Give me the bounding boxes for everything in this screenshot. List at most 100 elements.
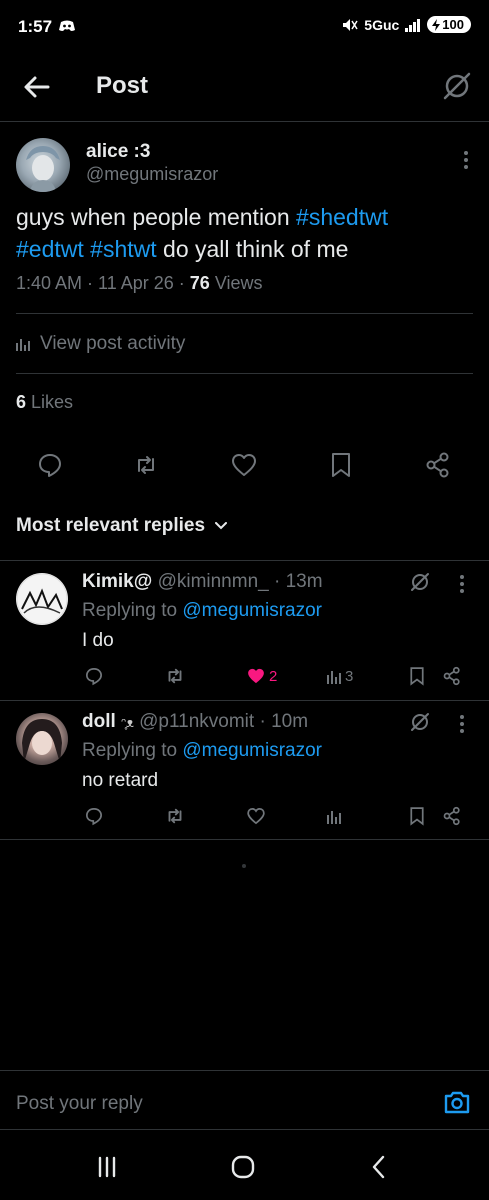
reply-icon <box>85 667 103 686</box>
views-count: 76 <box>189 273 210 293</box>
reply-icon[interactable] <box>36 451 64 479</box>
reply-text: no retard <box>82 770 159 791</box>
name-emoji: ᵔ̥ᴥ <box>121 715 134 730</box>
grok-icon[interactable] <box>441 70 473 102</box>
reply-age: 10m <box>271 711 309 732</box>
views-button[interactable] <box>326 805 345 827</box>
post-date: 11 Apr 26 <box>98 273 174 293</box>
like-icon <box>247 807 265 825</box>
bookmark-icon <box>410 667 424 686</box>
author-handle[interactable]: @megumisrazor <box>86 164 218 185</box>
view-post-activity-link[interactable]: View post activity <box>16 333 185 355</box>
repost-icon[interactable] <box>132 451 160 479</box>
bookmark-button[interactable] <box>407 665 427 687</box>
reply-author-handle[interactable]: @kiminnmn_ <box>158 571 269 592</box>
discord-icon <box>59 20 75 31</box>
recent-apps-icon[interactable] <box>94 1154 120 1180</box>
share-icon <box>443 806 460 826</box>
share-button[interactable] <box>442 805 462 827</box>
avatar-illustration <box>16 573 68 625</box>
replies-sort-dropdown[interactable]: Most relevant replies <box>16 515 228 537</box>
bookmark-button[interactable] <box>407 805 427 827</box>
likes-count-link[interactable]: 6 Likes <box>16 392 73 413</box>
repost-button[interactable] <box>164 665 186 687</box>
author-name[interactable]: alice :3 <box>86 141 150 163</box>
camera-icon[interactable] <box>443 1089 471 1115</box>
grok-icon[interactable] <box>409 711 431 733</box>
battery-indicator: 100 <box>427 16 471 33</box>
avatar-illustration <box>22 719 62 763</box>
more-options-icon[interactable] <box>463 149 469 171</box>
bookmark-icon <box>410 807 424 826</box>
reply-icon <box>85 807 103 826</box>
status-bar: 1:57 5Guc 100 <box>0 0 489 56</box>
system-nav-bar <box>0 1132 489 1200</box>
view-count: 3 <box>345 667 354 685</box>
repost-icon <box>168 668 182 684</box>
analytics-icon <box>327 811 341 824</box>
replying-to-label: Replying to <box>82 740 178 761</box>
heart-filled-icon <box>248 668 264 684</box>
battery-level: 100 <box>442 17 464 32</box>
hashtag-link[interactable]: #shtwt <box>90 236 156 262</box>
back-nav-icon[interactable] <box>366 1154 392 1180</box>
network-label: 5Guc <box>364 16 400 33</box>
reply-item[interactable]: doll ᵔ̥ᴥ @p11nkvomit · 10m Replying to @… <box>0 700 489 840</box>
back-arrow-icon[interactable] <box>20 70 54 104</box>
reply-header: Kimik@ @kiminnmn_ · 13m <box>82 571 323 592</box>
like-icon[interactable] <box>230 451 258 479</box>
reply-author-name[interactable]: Kimik@ <box>82 571 152 592</box>
replies-heading: Most relevant replies <box>16 515 206 536</box>
reply-header: doll ᵔ̥ᴥ @p11nkvomit · 10m <box>82 711 309 732</box>
chevron-down-icon <box>215 522 228 530</box>
analytics-icon <box>16 339 30 351</box>
share-icon[interactable] <box>424 451 452 479</box>
post-meta: 1:40 AM · 11 Apr 26 · 76 Views <box>16 273 263 293</box>
share-button[interactable] <box>442 665 462 687</box>
like-button[interactable] <box>246 805 269 827</box>
views-button[interactable]: 3 <box>326 665 353 687</box>
post-time: 1:40 AM <box>16 273 83 293</box>
more-options-icon[interactable] <box>459 574 465 594</box>
loading-indicator <box>242 864 246 868</box>
author-avatar[interactable] <box>16 138 70 192</box>
reply-item[interactable]: Kimik@ @kiminnmn_ · 13m Replying to @meg… <box>0 560 489 700</box>
mention-link[interactable]: @megumisrazor <box>182 600 322 621</box>
post-text: guys when people mention #shedtwt #edtwt … <box>16 201 476 265</box>
post-action-bar <box>0 445 489 485</box>
reply-author-handle[interactable]: @p11nkvomit <box>139 711 254 732</box>
status-time: 1:57 <box>18 17 53 36</box>
divider <box>16 313 473 314</box>
bookmark-icon[interactable] <box>327 451 355 479</box>
top-bar: Post <box>0 58 489 122</box>
activity-label: View post activity <box>40 333 186 354</box>
reply-button[interactable] <box>84 805 104 827</box>
status-indicators: 5Guc 100 <box>342 16 471 33</box>
reply-text: I do <box>82 630 114 651</box>
views-label: Views <box>214 273 263 293</box>
divider <box>16 373 473 374</box>
post-text-part: guys when people mention <box>16 204 297 230</box>
analytics-icon <box>327 671 341 684</box>
hashtag-link[interactable]: #edtwt <box>16 236 84 262</box>
replying-to: Replying to @megumisrazor <box>82 740 322 762</box>
reply-button[interactable] <box>84 665 104 687</box>
reply-input[interactable]: Post your reply <box>16 1093 143 1115</box>
like-button[interactable]: 2 <box>246 665 277 687</box>
home-icon[interactable] <box>230 1154 256 1180</box>
mention-link[interactable]: @megumisrazor <box>182 740 322 761</box>
more-options-icon[interactable] <box>459 714 465 734</box>
reply-age: 13m <box>285 571 323 592</box>
grok-icon[interactable] <box>409 571 431 593</box>
charging-icon <box>432 18 441 31</box>
repost-button[interactable] <box>164 805 186 827</box>
replying-to: Replying to @megumisrazor <box>82 600 322 622</box>
reply-author-name[interactable]: doll <box>82 711 116 732</box>
avatar-illustration <box>26 146 60 192</box>
reply-avatar[interactable] <box>16 713 68 765</box>
reply-avatar[interactable] <box>16 573 68 625</box>
reply-composer[interactable]: Post your reply <box>0 1070 489 1130</box>
hashtag-link[interactable]: #shedtwt <box>296 204 388 230</box>
likes-count: 6 <box>16 392 27 412</box>
page-title: Post <box>96 72 149 99</box>
